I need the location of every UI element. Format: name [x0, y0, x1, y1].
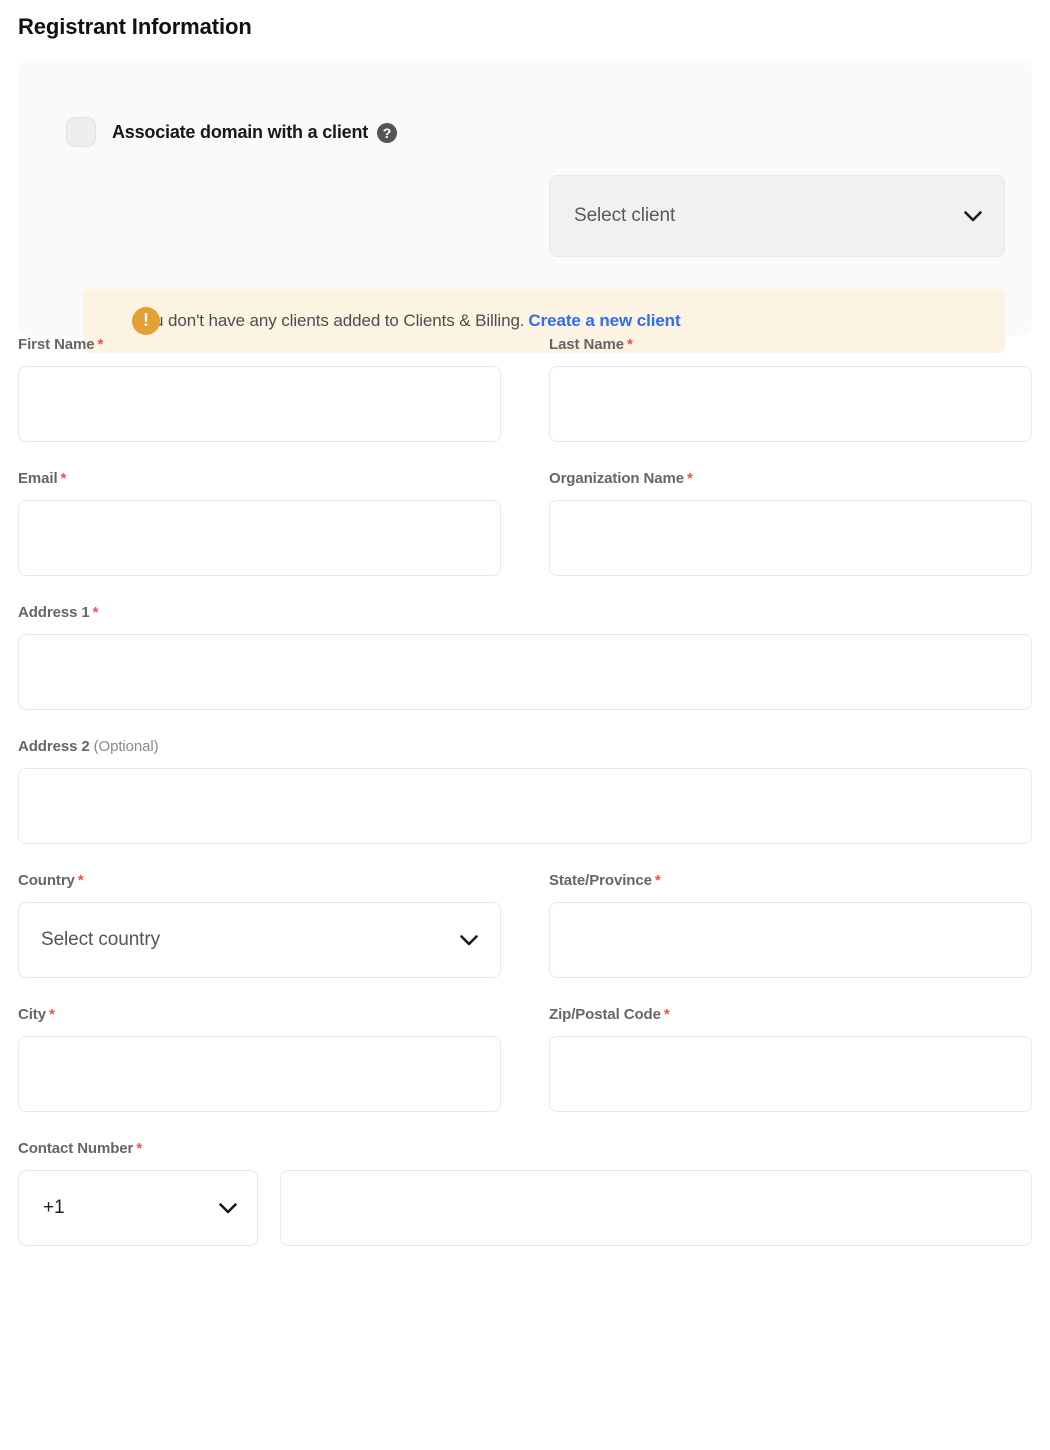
required-asterisk: * — [49, 1006, 55, 1023]
select-client-dropdown[interactable]: Select client — [549, 175, 1005, 257]
required-asterisk: * — [136, 1140, 142, 1157]
required-asterisk: * — [687, 470, 693, 487]
alert-message-wrapper: You don't have any clients added to Clie… — [135, 311, 681, 331]
organization-name-label-text: Organization Name — [549, 470, 684, 487]
organization-name-label: Organization Name* — [549, 470, 1032, 488]
city-input[interactable] — [18, 1036, 501, 1112]
country-select[interactable]: Select country — [18, 902, 501, 978]
question-mark-icon[interactable]: ? — [377, 123, 397, 143]
form-row-names: First Name* Last Name* — [0, 336, 1050, 442]
organization-name-input[interactable] — [549, 500, 1032, 576]
field-phone-number — [280, 1170, 1032, 1246]
last-name-label-text: Last Name — [549, 336, 624, 353]
contact-number-label-text: Contact Number — [18, 1140, 133, 1157]
form-row-country-state: Country* Select country State/Province* — [0, 872, 1050, 978]
last-name-label: Last Name* — [549, 336, 1032, 354]
zip-postal-code-input[interactable] — [549, 1036, 1032, 1112]
chevron-down-icon — [219, 1203, 237, 1214]
city-label: City* — [18, 1006, 501, 1024]
first-name-label-text: First Name — [18, 336, 95, 353]
required-asterisk: * — [98, 336, 104, 353]
form-row-email-org: Email* Organization Name* — [0, 470, 1050, 576]
contact-number-row: +1 — [0, 1170, 1050, 1246]
warning-exclamation-icon: ! — [132, 307, 160, 335]
field-first-name: First Name* — [18, 336, 501, 442]
state-province-label-text: State/Province — [549, 872, 652, 889]
required-asterisk: * — [627, 336, 633, 353]
first-name-label: First Name* — [18, 336, 501, 354]
zip-postal-code-label-text: Zip/Postal Code — [549, 1006, 661, 1023]
client-association-panel: Associate domain with a client ? Select … — [18, 60, 1032, 336]
registrant-information-page: Registrant Information Associate domain … — [0, 0, 1050, 1450]
registrant-form: First Name* Last Name* Email* O — [0, 336, 1050, 1246]
chevron-down-icon — [460, 935, 478, 946]
zip-postal-code-label: Zip/Postal Code* — [549, 1006, 1032, 1024]
first-name-input[interactable] — [18, 366, 501, 442]
address-2-input[interactable] — [18, 768, 1032, 844]
contact-number-input[interactable] — [280, 1170, 1032, 1246]
form-row-city-zip: City* Zip/Postal Code* — [0, 1006, 1050, 1112]
state-province-label: State/Province* — [549, 872, 1032, 890]
address-2-label: Address 2(Optional) — [18, 738, 1032, 756]
contact-number-label: Contact Number* — [0, 1140, 1050, 1158]
field-last-name: Last Name* — [549, 336, 1032, 442]
required-asterisk: * — [655, 872, 661, 889]
required-asterisk: * — [93, 604, 99, 621]
state-province-input[interactable] — [549, 902, 1032, 978]
address-1-input[interactable] — [18, 634, 1032, 710]
field-country: Country* Select country — [18, 872, 501, 978]
create-new-client-link[interactable]: Create a new client — [528, 311, 680, 330]
country-label: Country* — [18, 872, 501, 890]
field-email: Email* — [18, 470, 501, 576]
address-1-label-text: Address 1 — [18, 604, 90, 621]
field-country-code: +1 — [18, 1170, 258, 1246]
field-address-1: Address 1* — [18, 604, 1032, 710]
last-name-input[interactable] — [549, 366, 1032, 442]
associate-domain-label: Associate domain with a client — [112, 122, 368, 143]
field-city: City* — [18, 1006, 501, 1112]
page-title: Registrant Information — [18, 13, 252, 41]
field-organization-name: Organization Name* — [549, 470, 1032, 576]
field-zip-postal-code: Zip/Postal Code* — [549, 1006, 1032, 1112]
field-state-province: State/Province* — [549, 872, 1032, 978]
required-asterisk: * — [61, 470, 67, 487]
country-code-value: +1 — [43, 1197, 219, 1219]
associate-domain-checkbox[interactable] — [66, 117, 96, 147]
form-row-contact-number: Contact Number* +1 — [0, 1140, 1050, 1246]
select-client-value: Select client — [574, 205, 964, 227]
city-label-text: City — [18, 1006, 46, 1023]
form-row-address-2: Address 2(Optional) — [0, 738, 1050, 844]
email-label: Email* — [18, 470, 501, 488]
optional-marker: (Optional) — [94, 738, 159, 755]
email-label-text: Email — [18, 470, 58, 487]
chevron-down-icon — [964, 211, 982, 222]
country-label-text: Country — [18, 872, 75, 889]
address-2-label-text: Address 2 — [18, 738, 90, 755]
field-address-2: Address 2(Optional) — [18, 738, 1032, 844]
country-select-value: Select country — [41, 929, 460, 951]
required-asterisk: * — [664, 1006, 670, 1023]
alert-message: You don't have any clients added to Clie… — [135, 311, 524, 330]
email-input[interactable] — [18, 500, 501, 576]
warning-icon-glyph: ! — [143, 311, 149, 329]
country-code-select[interactable]: +1 — [18, 1170, 258, 1246]
form-row-address-1: Address 1* — [0, 604, 1050, 710]
address-1-label: Address 1* — [18, 604, 1032, 622]
required-asterisk: * — [78, 872, 84, 889]
associate-domain-row[interactable]: Associate domain with a client ? — [66, 111, 397, 153]
